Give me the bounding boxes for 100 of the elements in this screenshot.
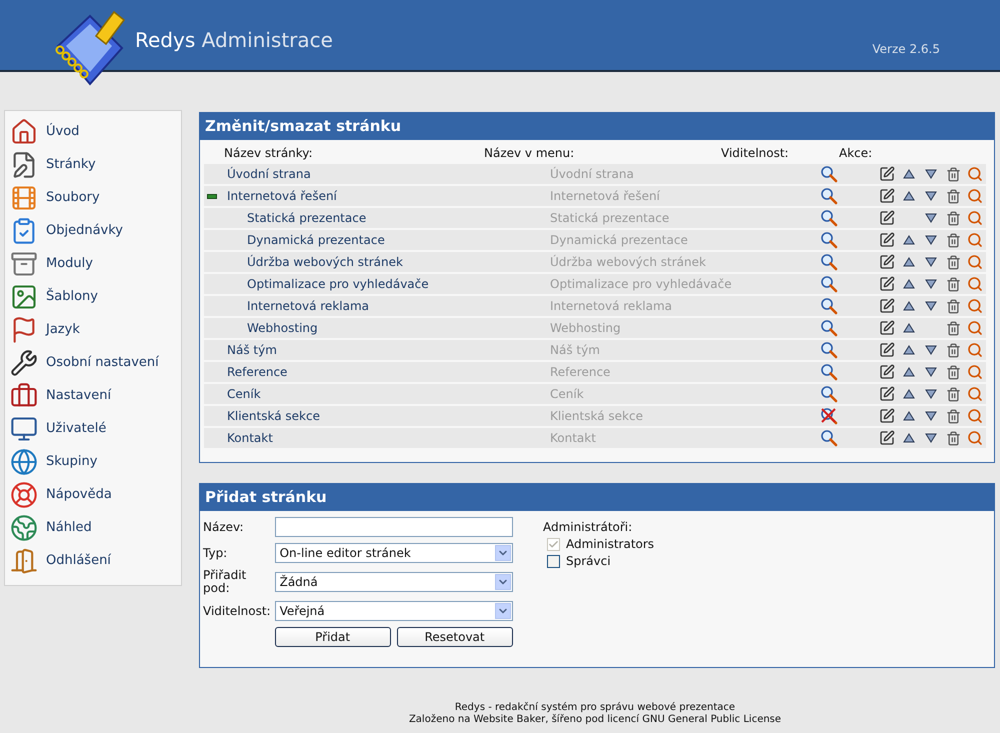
move-down-icon[interactable]	[925, 411, 937, 421]
page-link[interactable]: Dynamická prezentace	[247, 233, 385, 247]
move-up-icon[interactable]	[903, 235, 915, 245]
edit-icon[interactable]	[879, 320, 895, 336]
delete-icon[interactable]	[946, 342, 960, 358]
delete-icon[interactable]	[946, 364, 960, 380]
page-link[interactable]: Ceník	[227, 387, 261, 401]
sidebar-item[interactable]: Moduly	[10, 247, 181, 280]
search-icon[interactable]	[967, 320, 983, 336]
delete-icon[interactable]	[946, 386, 960, 402]
sidebar-item[interactable]: Odhlášení	[10, 544, 181, 577]
sidebar-item[interactable]: Osobní nastavení	[10, 346, 181, 379]
delete-icon[interactable]	[946, 166, 960, 182]
edit-icon[interactable]	[879, 210, 895, 226]
search-icon[interactable]	[967, 364, 983, 380]
sidebar-item[interactable]: Úvod	[10, 115, 181, 148]
collapse-icon[interactable]	[207, 194, 217, 198]
caret-icon[interactable]	[494, 603, 511, 619]
move-down-icon[interactable]	[925, 345, 937, 355]
search-icon[interactable]	[967, 386, 983, 402]
move-up-icon[interactable]	[903, 433, 915, 443]
page-link[interactable]: Optimalizace pro vyhledávače	[247, 277, 429, 291]
edit-icon[interactable]	[879, 298, 895, 314]
edit-icon[interactable]	[879, 430, 895, 446]
sidebar-item[interactable]: Stránky	[10, 148, 181, 181]
move-down-icon[interactable]	[925, 279, 937, 289]
search-icon[interactable]	[967, 298, 983, 314]
delete-icon[interactable]	[946, 188, 960, 204]
delete-icon[interactable]	[946, 276, 960, 292]
search-icon[interactable]	[967, 430, 983, 446]
delete-icon[interactable]	[946, 320, 960, 336]
delete-icon[interactable]	[946, 254, 960, 270]
add-button[interactable]: Přidat	[274, 627, 391, 647]
delete-icon[interactable]	[946, 210, 960, 226]
select-field[interactable]: Žádná	[274, 572, 513, 592]
caret-icon[interactable]	[494, 545, 511, 561]
sidebar-item[interactable]: Náhled	[10, 511, 181, 544]
move-up-icon[interactable]	[903, 279, 915, 289]
reset-button[interactable]: Resetovat	[396, 627, 513, 647]
edit-icon[interactable]	[879, 188, 895, 204]
page-link[interactable]: Klientská sekce	[227, 409, 320, 423]
move-up-icon[interactable]	[903, 257, 915, 267]
edit-icon[interactable]	[879, 232, 895, 248]
sidebar-item[interactable]: Objednávky	[10, 214, 181, 247]
checkbox[interactable]	[547, 554, 560, 568]
sidebar-item[interactable]: Nastavení	[10, 379, 181, 412]
sidebar-item[interactable]: Uživatelé	[10, 412, 181, 445]
move-down-icon[interactable]	[925, 213, 937, 223]
delete-icon[interactable]	[946, 298, 960, 314]
sidebar-item[interactable]: Soubory	[10, 181, 181, 214]
search-icon[interactable]	[967, 210, 983, 226]
sidebar-item[interactable]: Nápověda	[10, 478, 181, 511]
search-icon[interactable]	[967, 232, 983, 248]
move-up-icon[interactable]	[903, 345, 915, 355]
edit-icon[interactable]	[879, 386, 895, 402]
page-link[interactable]: Internetová řešení	[227, 189, 337, 203]
search-icon[interactable]	[967, 408, 983, 424]
select-field[interactable]: On-line editor stránek	[274, 543, 513, 563]
move-up-icon[interactable]	[903, 323, 915, 333]
page-link[interactable]: Internetová reklama	[247, 299, 369, 313]
page-link[interactable]: Náš tým	[227, 343, 277, 357]
move-up-icon[interactable]	[903, 191, 915, 201]
move-up-icon[interactable]	[903, 367, 915, 377]
move-down-icon[interactable]	[925, 433, 937, 443]
page-link[interactable]: Webhosting	[247, 321, 318, 335]
input-field[interactable]	[274, 517, 513, 537]
page-link[interactable]: Reference	[227, 365, 288, 379]
delete-icon[interactable]	[946, 232, 960, 248]
move-down-icon[interactable]	[925, 235, 937, 245]
move-up-icon[interactable]	[903, 301, 915, 311]
delete-icon[interactable]	[946, 408, 960, 424]
move-up-icon[interactable]	[903, 169, 915, 179]
move-up-icon[interactable]	[903, 389, 915, 399]
search-icon[interactable]	[967, 254, 983, 270]
delete-icon[interactable]	[946, 430, 960, 446]
edit-icon[interactable]	[879, 364, 895, 380]
edit-icon[interactable]	[879, 408, 895, 424]
caret-icon[interactable]	[494, 574, 511, 590]
edit-icon[interactable]	[879, 254, 895, 270]
page-link[interactable]: Kontakt	[227, 431, 273, 445]
sidebar-item[interactable]: Šablony	[10, 280, 181, 313]
page-link[interactable]: Úvodní strana	[227, 167, 311, 181]
edit-icon[interactable]	[879, 342, 895, 358]
search-icon[interactable]	[967, 276, 983, 292]
move-down-icon[interactable]	[925, 257, 937, 267]
move-down-icon[interactable]	[925, 169, 937, 179]
sidebar-item[interactable]: Jazyk	[10, 313, 181, 346]
move-down-icon[interactable]	[925, 301, 937, 311]
sidebar-item[interactable]: Skupiny	[10, 445, 181, 478]
search-icon[interactable]	[967, 342, 983, 358]
page-link[interactable]: Statická prezentace	[247, 211, 366, 225]
edit-icon[interactable]	[879, 166, 895, 182]
edit-icon[interactable]	[879, 276, 895, 292]
move-down-icon[interactable]	[925, 389, 937, 399]
search-icon[interactable]	[967, 188, 983, 204]
move-down-icon[interactable]	[925, 367, 937, 377]
page-link[interactable]: Údržba webových stránek	[247, 255, 403, 269]
search-icon[interactable]	[967, 166, 983, 182]
move-up-icon[interactable]	[903, 411, 915, 421]
select-field[interactable]: Veřejná	[274, 601, 513, 621]
